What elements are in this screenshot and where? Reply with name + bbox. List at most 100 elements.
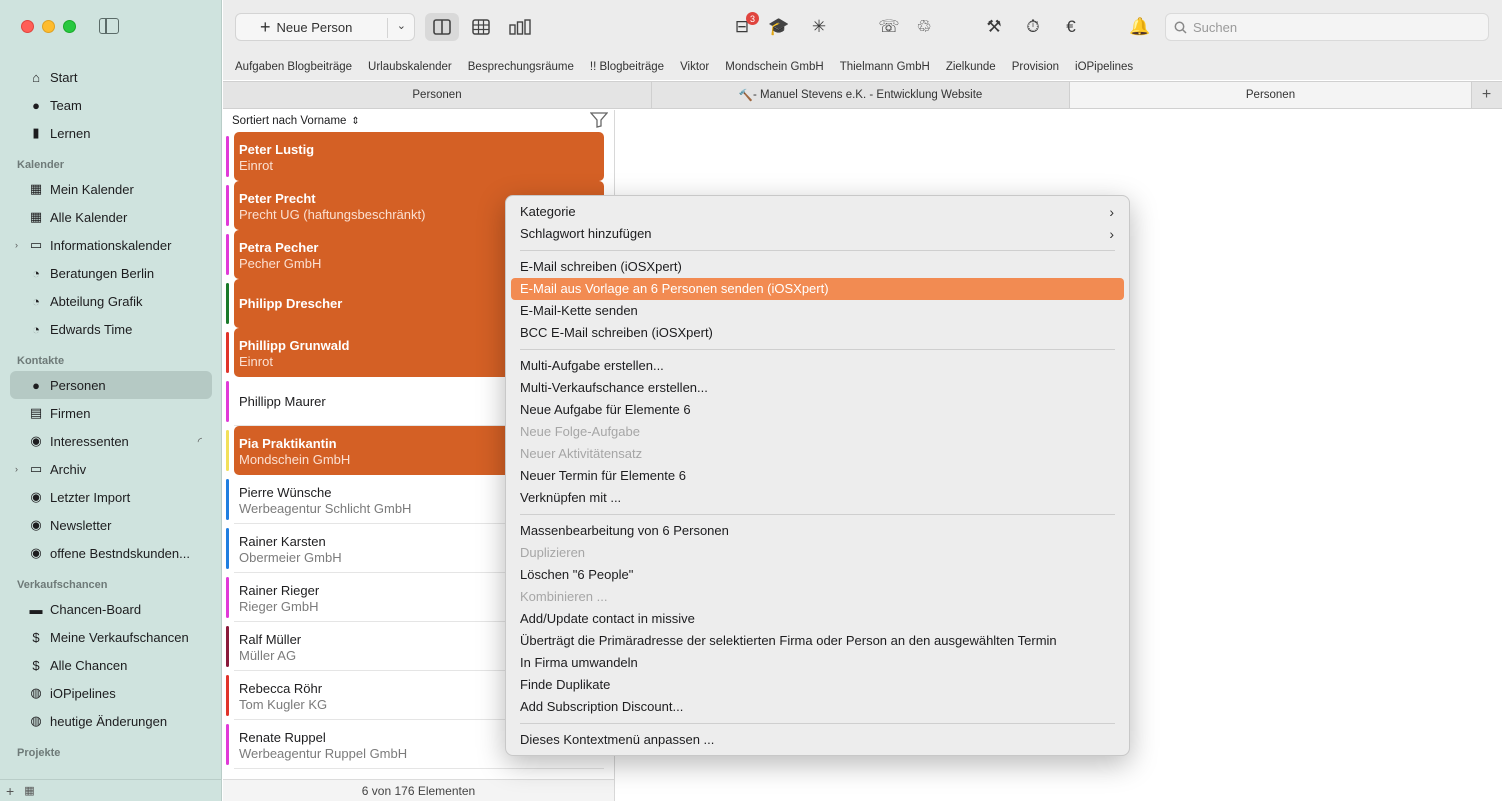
menu-item[interactable]: Überträgt die Primäradresse der selektie… <box>511 630 1124 652</box>
menu-item[interactable]: Add Subscription Discount... <box>511 696 1124 718</box>
tools-icon[interactable]: ⚒ <box>983 16 1005 38</box>
add-tab-button[interactable]: + <box>1472 82 1501 108</box>
menu-item[interactable]: Schlagwort hinzufügen › <box>511 223 1124 245</box>
menu-item[interactable]: Multi-Verkaufschance erstellen... <box>511 377 1124 399</box>
hammer-icon: 🔨 <box>738 90 754 102</box>
tab[interactable]: Personen <box>223 82 652 108</box>
menu-item[interactable]: In Firma umwandeln <box>511 652 1124 674</box>
favorite-link[interactable]: Provision <box>1012 61 1059 73</box>
menu-item[interactable]: Dieses Kontextmenü anpassen ... <box>511 729 1124 751</box>
tab[interactable]: Personen <box>1070 82 1472 108</box>
menu-item[interactable]: BCC E-Mail schreiben (iOSXpert) <box>511 322 1124 344</box>
minimize-window-button[interactable] <box>42 20 55 33</box>
sidebar-item[interactable]: $ Meine Verkaufschancen <box>0 623 222 651</box>
folder-icon: ▭ <box>29 237 43 252</box>
disclosure-chevron-icon[interactable]: › <box>15 240 18 250</box>
menu-item[interactable]: Kategorie › <box>511 201 1124 223</box>
sidebar-item[interactable]: ● Team <box>0 91 222 119</box>
sort-bar[interactable]: Sortiert nach Vorname ⇕ <box>223 110 614 132</box>
bell-icon[interactable]: 🔔 <box>1129 16 1151 38</box>
plus-icon: + <box>260 16 271 37</box>
close-window-button[interactable] <box>21 20 34 33</box>
sidebar-item[interactable]: ◍ iOPipelines <box>0 679 222 707</box>
sidebar-item[interactable]: ◔ Abteilung Grafik <box>0 287 222 315</box>
sidebar-item[interactable]: › ▭ Archiv <box>0 455 222 483</box>
favorite-link[interactable]: Urlaubskalender <box>368 61 452 73</box>
menu-item[interactable]: Neuer Termin für Elemente 6 <box>511 465 1124 487</box>
menu-item[interactable]: Finde Duplikate <box>511 674 1124 696</box>
grid-view-icon <box>472 19 490 35</box>
window-controls <box>21 20 76 33</box>
calendar-view-icon[interactable]: ▦ <box>24 784 34 797</box>
disclosure-chevron-icon[interactable]: › <box>15 464 18 474</box>
sidebar-item[interactable]: ◔ Edwards Time <box>0 315 222 343</box>
favorite-link[interactable]: Thielmann GmbH <box>840 61 930 73</box>
inbox-button[interactable]: ⊟ 3 <box>731 12 759 38</box>
menu-item-label: Neuer Aktivitätensatz <box>520 446 643 461</box>
menu-item-label: Dieses Kontextmenü anpassen ... <box>520 732 715 747</box>
sidebar-item[interactable]: $ Alle Chancen <box>0 651 222 679</box>
sidebar-item[interactable]: ◉ offene Bestndskunden... <box>0 539 222 567</box>
favorite-link[interactable]: Aufgaben Blogbeiträge <box>235 61 352 73</box>
menu-item[interactable]: Löschen "6 People" <box>511 564 1124 586</box>
menu-item-label: Multi-Aufgabe erstellen... <box>520 358 664 373</box>
chart-view-button[interactable] <box>503 13 537 41</box>
favorite-link[interactable]: Besprechungsräume <box>468 61 574 73</box>
sidebar-item[interactable]: ◉ Newsletter <box>0 511 222 539</box>
menu-item[interactable]: Massenbearbeitung von 6 Personen <box>511 520 1124 542</box>
chevron-down-icon[interactable]: ⌄ <box>397 19 406 32</box>
menu-item[interactable]: Neue Aufgabe für Elemente 6 <box>511 399 1124 421</box>
menu-item[interactable]: E-Mail aus Vorlage an 6 Personen senden … <box>511 278 1124 300</box>
split-view-button[interactable] <box>425 13 459 41</box>
context-menu: Kategorie › Schlagwort hinzufügen › E-Mail s… <box>505 195 1130 756</box>
search-input[interactable] <box>1193 19 1473 35</box>
favorite-link[interactable]: Viktor <box>680 61 709 73</box>
filter-icon[interactable] <box>589 112 609 131</box>
grid-view-button[interactable] <box>464 13 498 41</box>
sidebar-item[interactable]: ◉ Interessenten ◜ <box>0 427 222 455</box>
sidebar-item[interactable]: ◍ heutige Änderungen <box>0 707 222 735</box>
sidebar: ⌂ Start ● Team ▮ Lernen Kalender ▦ Mein Kalender… <box>0 0 222 801</box>
activity-icon[interactable]: ✳ <box>808 16 830 38</box>
zoom-window-button[interactable] <box>63 20 76 33</box>
sidebar-item[interactable]: ▦ Mein Kalender <box>0 175 222 203</box>
search-field[interactable] <box>1165 13 1489 41</box>
sidebar-item[interactable]: ▮ Lernen <box>0 119 222 147</box>
menu-item: Neue Folge-Aufgabe <box>511 421 1124 443</box>
add-icon[interactable]: + <box>6 783 14 799</box>
sidebar-item[interactable]: ◔ Beratungen Berlin <box>0 259 222 287</box>
category-color-bar <box>226 234 229 275</box>
favorite-link[interactable]: iOPipelines <box>1075 61 1133 73</box>
dial-icon[interactable]: ♲ <box>913 16 935 38</box>
sidebar-item[interactable]: ⌂ Start <box>0 63 222 91</box>
sidebar-item[interactable]: ● Personen <box>10 371 212 399</box>
sidebar-item-label: Alle Chancen <box>50 657 128 673</box>
sort-label: Sortiert nach Vorname <box>232 115 347 127</box>
sidebar-item[interactable]: ▬ Chancen-Board <box>0 595 222 623</box>
sort-arrows-icon: ⇕ <box>351 115 360 127</box>
sidebar-item[interactable]: ◉ Letzter Import <box>0 483 222 511</box>
category-color-bar <box>226 283 229 324</box>
sidebar-toggle-icon[interactable] <box>99 18 119 34</box>
phone-icon[interactable]: ☏ <box>878 16 900 38</box>
graduation-cap-icon[interactable]: 🎓 <box>768 16 790 38</box>
menu-item[interactable]: Add/Update contact in missive <box>511 608 1124 630</box>
menu-item[interactable]: E-Mail schreiben (iOSXpert) <box>511 256 1124 278</box>
tab[interactable]: 🔨 - Manuel Stevens e.K. - Entwicklung We… <box>652 82 1070 108</box>
new-person-button[interactable]: + Neue Person ⌄ <box>235 13 415 41</box>
timer-icon[interactable]: ⏱ <box>1022 16 1044 38</box>
category-color-bar <box>226 724 229 765</box>
menu-item[interactable]: Verknüpfen mit ... <box>511 487 1124 509</box>
sidebar-item[interactable]: ▤ Firmen <box>0 399 222 427</box>
sidebar-item[interactable]: › ▭ Informationskalender <box>0 231 222 259</box>
favorite-link[interactable]: Mondschein GmbH <box>725 61 823 73</box>
sidebar-item[interactable]: ▦ Alle Kalender <box>0 203 222 231</box>
menu-item[interactable]: Multi-Aufgabe erstellen... <box>511 355 1124 377</box>
favorite-link[interactable]: Zielkunde <box>946 61 996 73</box>
euro-icon[interactable]: € <box>1060 16 1082 38</box>
person-row[interactable]: Peter Lustig Einrot <box>226 132 604 181</box>
favorite-link[interactable]: !! Blogbeiträge <box>590 61 664 73</box>
menu-item[interactable]: E-Mail-Kette senden <box>511 300 1124 322</box>
menu-separator <box>520 250 1115 251</box>
calendar-smart-icon: ◔ <box>32 293 40 309</box>
